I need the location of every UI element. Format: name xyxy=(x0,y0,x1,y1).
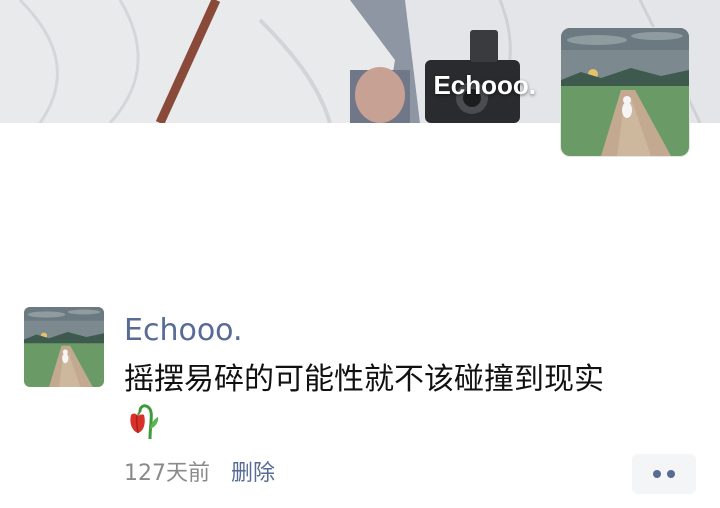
landscape-avatar-image xyxy=(561,28,689,156)
more-options-button[interactable] xyxy=(632,454,696,494)
more-dots-icon xyxy=(667,470,675,478)
post-timestamp: 127天前 xyxy=(124,461,210,486)
post-author-avatar[interactable] xyxy=(24,307,104,387)
landscape-avatar-image xyxy=(24,307,104,387)
more-dots-icon xyxy=(653,470,661,478)
post-author-name[interactable]: Echooo. xyxy=(124,311,243,351)
profile-avatar[interactable] xyxy=(560,27,690,157)
wilted-flower-emoji xyxy=(126,401,162,441)
cover-display-name: Echooo. xyxy=(433,70,536,100)
post-content: 摇摆易碎的可能性就不该碰撞到现实 xyxy=(124,362,604,397)
delete-post-link[interactable]: 删除 xyxy=(231,459,275,489)
